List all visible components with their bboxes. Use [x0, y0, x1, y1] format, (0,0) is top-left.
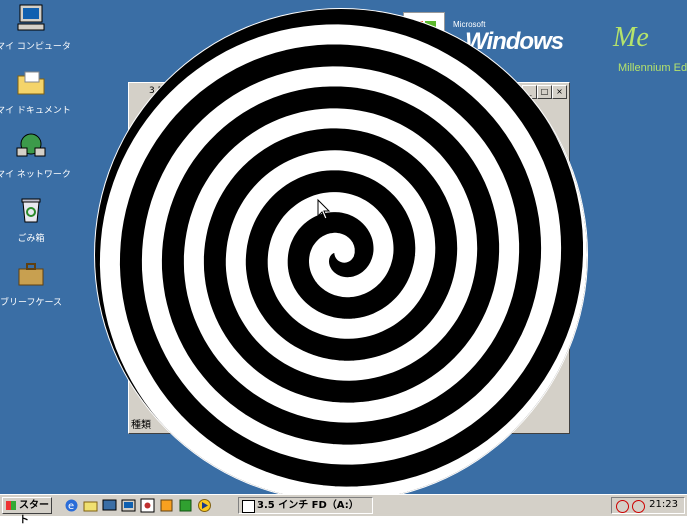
channels-icon[interactable]	[121, 498, 136, 513]
clock[interactable]: 21:23	[649, 499, 678, 510]
desktop: マイ コンピュータ マイ ドキュメント マイ ネットワーク ごみ箱 ブリーフケー…	[0, 0, 687, 494]
media-player-icon[interactable]	[197, 498, 212, 513]
desktop-icon[interactable]	[102, 498, 117, 513]
outlook-icon[interactable]	[83, 498, 98, 513]
task-button-floppy[interactable]: 3.5 インチ FD（A:）	[238, 497, 373, 514]
tray-status-icon[interactable]	[616, 500, 629, 513]
start-flag-icon	[6, 501, 16, 510]
start-label: スタート	[19, 500, 49, 526]
ie-icon[interactable]: e	[64, 498, 79, 513]
spiral-screensaver	[94, 8, 588, 494]
taskbar: スタート e 3.5 インチ FD（A:） 21:23	[0, 494, 687, 526]
floppy-icon	[242, 500, 255, 513]
svg-text:e: e	[68, 501, 74, 512]
system-tray: 21:23	[611, 497, 685, 514]
app-icon[interactable]	[159, 498, 174, 513]
app2-icon[interactable]	[178, 498, 193, 513]
task-button-label: 3.5 インチ FD（A:）	[257, 500, 359, 511]
media-icon[interactable]	[140, 498, 155, 513]
start-button[interactable]: スタート	[2, 497, 52, 526]
tray-volume-icon[interactable]	[632, 500, 645, 513]
